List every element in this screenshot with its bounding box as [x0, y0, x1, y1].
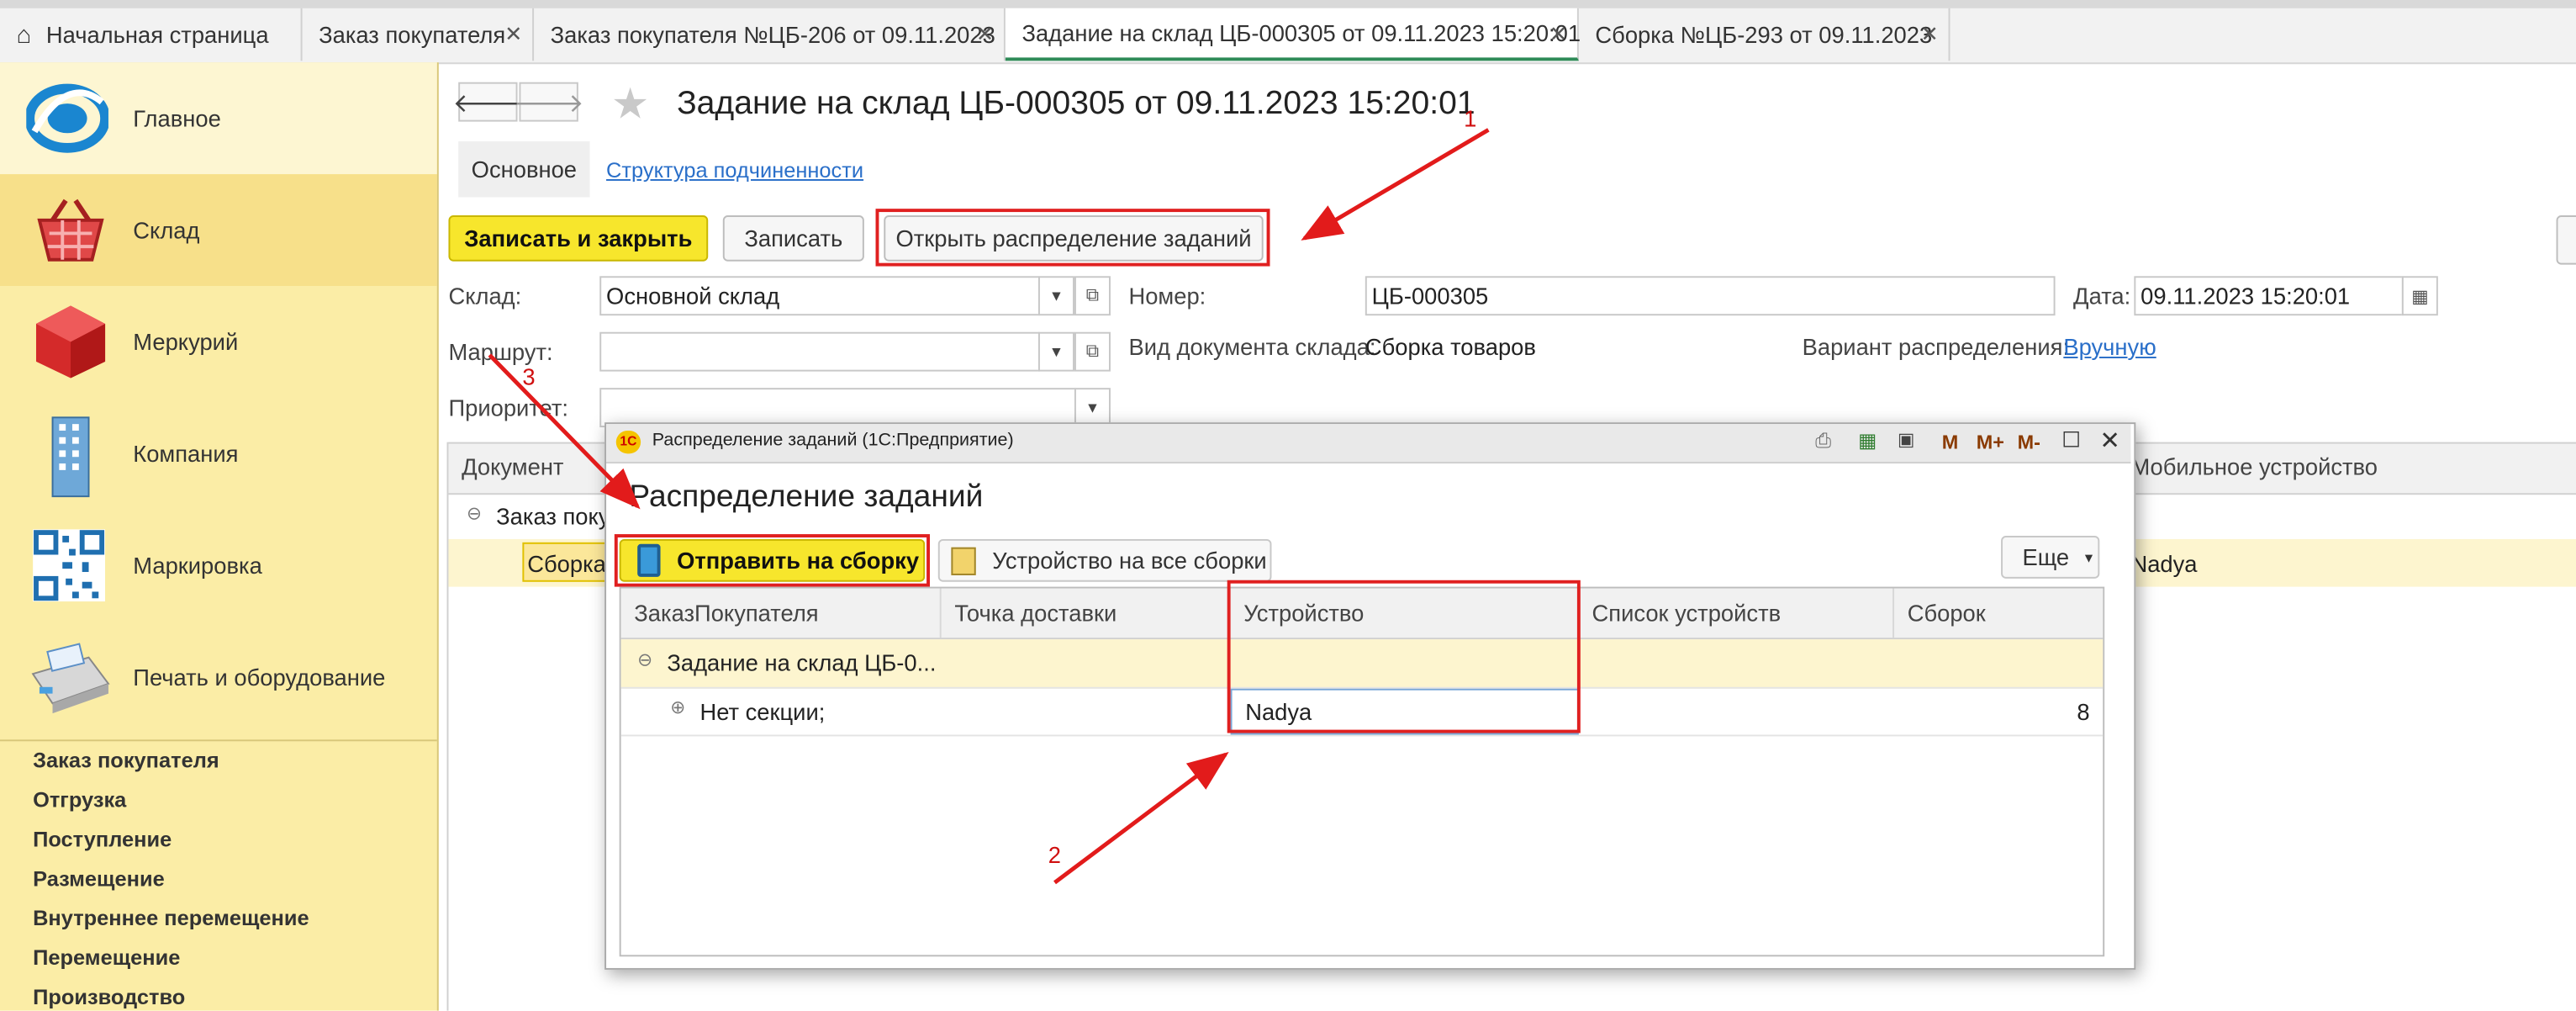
- annotation-number: 1: [1464, 105, 1477, 132]
- annotation-number: 3: [522, 363, 536, 390]
- arrow-3: [488, 353, 641, 510]
- arrow-1: [1301, 128, 1490, 241]
- arrow-2: [1053, 751, 1229, 885]
- annotation-arrows: [488, 128, 1490, 885]
- annotation-number: 2: [1048, 841, 1061, 868]
